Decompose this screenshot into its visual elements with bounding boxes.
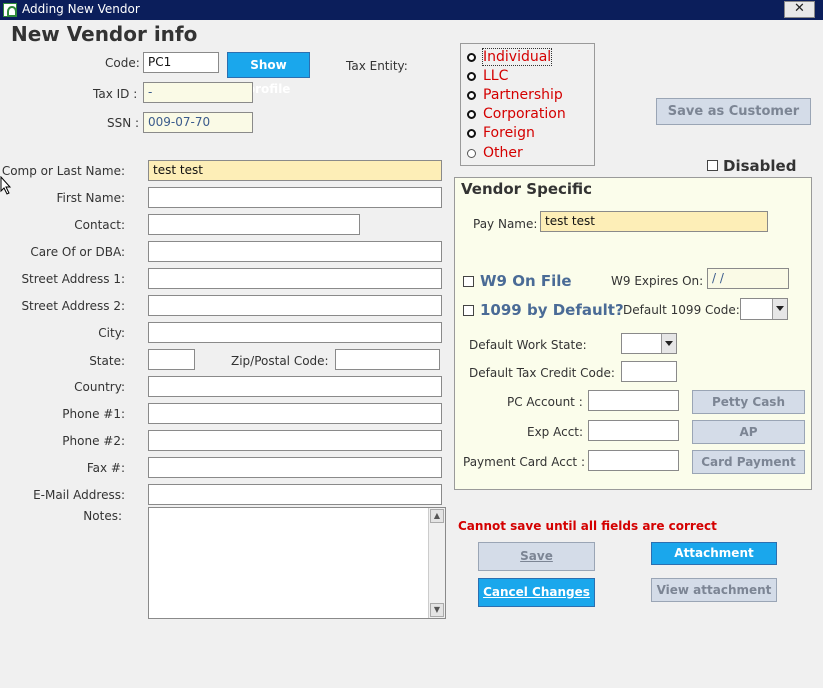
radio-label: LLC bbox=[483, 68, 509, 84]
disabled-checkbox[interactable] bbox=[707, 160, 718, 171]
code-label: Code: bbox=[105, 56, 140, 70]
comp-last-name-input[interactable]: test test bbox=[148, 160, 442, 181]
1099-default-checkbox[interactable] bbox=[463, 305, 474, 316]
phone-1-label: Phone #1: bbox=[62, 407, 125, 421]
first-name-label: First Name: bbox=[56, 191, 125, 205]
contact-label: Contact: bbox=[74, 218, 125, 232]
exp-acct-input[interactable] bbox=[588, 420, 679, 441]
window-title: Adding New Vendor bbox=[22, 2, 140, 16]
petty-cash-button[interactable]: Petty Cash bbox=[692, 390, 805, 414]
tax-id-label: Tax ID : bbox=[93, 87, 138, 101]
tax-id-input[interactable]: - bbox=[143, 82, 253, 103]
care-of-input[interactable] bbox=[148, 241, 442, 262]
mouse-cursor-icon bbox=[0, 176, 12, 195]
w9-expires-label: W9 Expires On: bbox=[611, 274, 704, 288]
payment-card-acct-label: Payment Card Acct : bbox=[463, 455, 585, 469]
notes-label: Notes: bbox=[83, 509, 122, 523]
phone-2-label: Phone #2: bbox=[62, 434, 125, 448]
radio-label: Corporation bbox=[483, 106, 566, 122]
chevron-down-icon[interactable] bbox=[772, 299, 787, 319]
disabled-label: Disabled bbox=[723, 157, 797, 175]
radio-button[interactable] bbox=[467, 72, 476, 81]
default-tax-credit-label: Default Tax Credit Code: bbox=[469, 366, 615, 380]
phone-2-input[interactable] bbox=[148, 430, 442, 451]
card-payment-button[interactable]: Card Payment bbox=[692, 450, 805, 474]
country-input[interactable] bbox=[148, 376, 442, 397]
radio-label: Foreign bbox=[483, 125, 535, 141]
1099-by-default-label: 1099 by Default? bbox=[480, 301, 624, 319]
scroll-down-icon[interactable]: ▼ bbox=[430, 603, 444, 617]
w9-on-file-label: W9 On File bbox=[480, 272, 572, 290]
radio-button[interactable] bbox=[467, 91, 476, 100]
tax-entity-label: Tax Entity: bbox=[346, 59, 408, 73]
cancel-changes-button[interactable]: Cancel Changes bbox=[478, 578, 595, 607]
close-icon: ✕ bbox=[794, 1, 805, 16]
pay-name-label: Pay Name: bbox=[473, 217, 538, 231]
ssn-label: SSN : bbox=[107, 116, 140, 130]
radio-label: Partnership bbox=[483, 87, 563, 103]
page-title: New Vendor info bbox=[11, 22, 198, 46]
default-1099-code-label: Default 1099 Code: bbox=[623, 303, 740, 317]
radio-label: Other bbox=[483, 145, 523, 161]
country-label: Country: bbox=[74, 380, 125, 394]
city-input[interactable] bbox=[148, 322, 442, 343]
comp-last-name-label: Comp or Last Name: bbox=[1, 164, 125, 178]
notes-textarea[interactable]: ▲ ▼ bbox=[148, 507, 446, 619]
ap-button[interactable]: AP bbox=[692, 420, 805, 444]
vendor-specific-panel: Vendor Specific Pay Name: test test W9 O… bbox=[454, 177, 812, 490]
radio-button[interactable] bbox=[467, 149, 476, 158]
first-name-input[interactable] bbox=[148, 187, 442, 208]
pay-name-input[interactable]: test test bbox=[540, 211, 768, 232]
notes-scrollbar[interactable]: ▲ ▼ bbox=[428, 508, 445, 618]
street-address-1-label: Street Address 1: bbox=[21, 272, 125, 286]
city-label: City: bbox=[98, 326, 125, 340]
chevron-down-icon[interactable] bbox=[661, 334, 676, 353]
default-work-state-label: Default Work State: bbox=[469, 338, 587, 352]
app-icon bbox=[3, 3, 17, 17]
code-input[interactable]: PC1 bbox=[143, 52, 219, 73]
radio-button[interactable] bbox=[467, 129, 476, 138]
save-as-customer-button[interactable]: Save as Customer bbox=[656, 98, 811, 125]
care-of-label: Care Of or DBA: bbox=[30, 245, 125, 259]
radio-label: Individual bbox=[481, 48, 553, 66]
email-label: E-Mail Address: bbox=[33, 488, 125, 502]
pc-account-input[interactable] bbox=[588, 390, 679, 411]
street-address-1-input[interactable] bbox=[148, 268, 442, 289]
pc-account-label: PC Account : bbox=[507, 395, 583, 409]
state-input[interactable] bbox=[148, 349, 195, 370]
state-label: State: bbox=[89, 354, 125, 368]
radio-button[interactable] bbox=[467, 110, 476, 119]
email-input[interactable] bbox=[148, 484, 442, 505]
default-tax-credit-input[interactable] bbox=[621, 361, 677, 382]
contact-input[interactable] bbox=[148, 214, 360, 235]
payment-card-acct-input[interactable] bbox=[588, 450, 679, 471]
fax-input[interactable] bbox=[148, 457, 442, 478]
default-work-state-select[interactable] bbox=[621, 333, 677, 354]
show-profile-button[interactable]: Show profile bbox=[227, 52, 310, 96]
save-button[interactable]: Save bbox=[478, 542, 595, 571]
view-attachment-button[interactable]: View attachment bbox=[651, 578, 777, 602]
title-bar: Adding New Vendor ✕ bbox=[0, 0, 823, 20]
phone-1-input[interactable] bbox=[148, 403, 442, 424]
exp-acct-label: Exp Acct: bbox=[527, 425, 584, 439]
error-message: Cannot save until all fields are correct bbox=[458, 519, 717, 533]
default-1099-code-select[interactable] bbox=[740, 298, 788, 320]
vendor-specific-title: Vendor Specific bbox=[461, 180, 593, 198]
w9-checkbox[interactable] bbox=[463, 276, 474, 287]
zip-input[interactable] bbox=[335, 349, 440, 370]
street-address-2-input[interactable] bbox=[148, 295, 442, 316]
zip-label: Zip/Postal Code: bbox=[231, 354, 329, 368]
ssn-input[interactable]: 009-07-70 bbox=[143, 112, 253, 133]
radio-button[interactable] bbox=[467, 53, 476, 62]
attachment-button[interactable]: Attachment bbox=[651, 542, 777, 565]
tax-entity-group: Individual LLC Partnership Corporation F… bbox=[460, 43, 595, 166]
scroll-up-icon[interactable]: ▲ bbox=[430, 509, 444, 523]
close-button[interactable]: ✕ bbox=[784, 1, 815, 18]
street-address-2-label: Street Address 2: bbox=[21, 299, 125, 313]
w9-expires-input[interactable]: / / bbox=[707, 268, 789, 289]
fax-label: Fax #: bbox=[86, 461, 125, 475]
